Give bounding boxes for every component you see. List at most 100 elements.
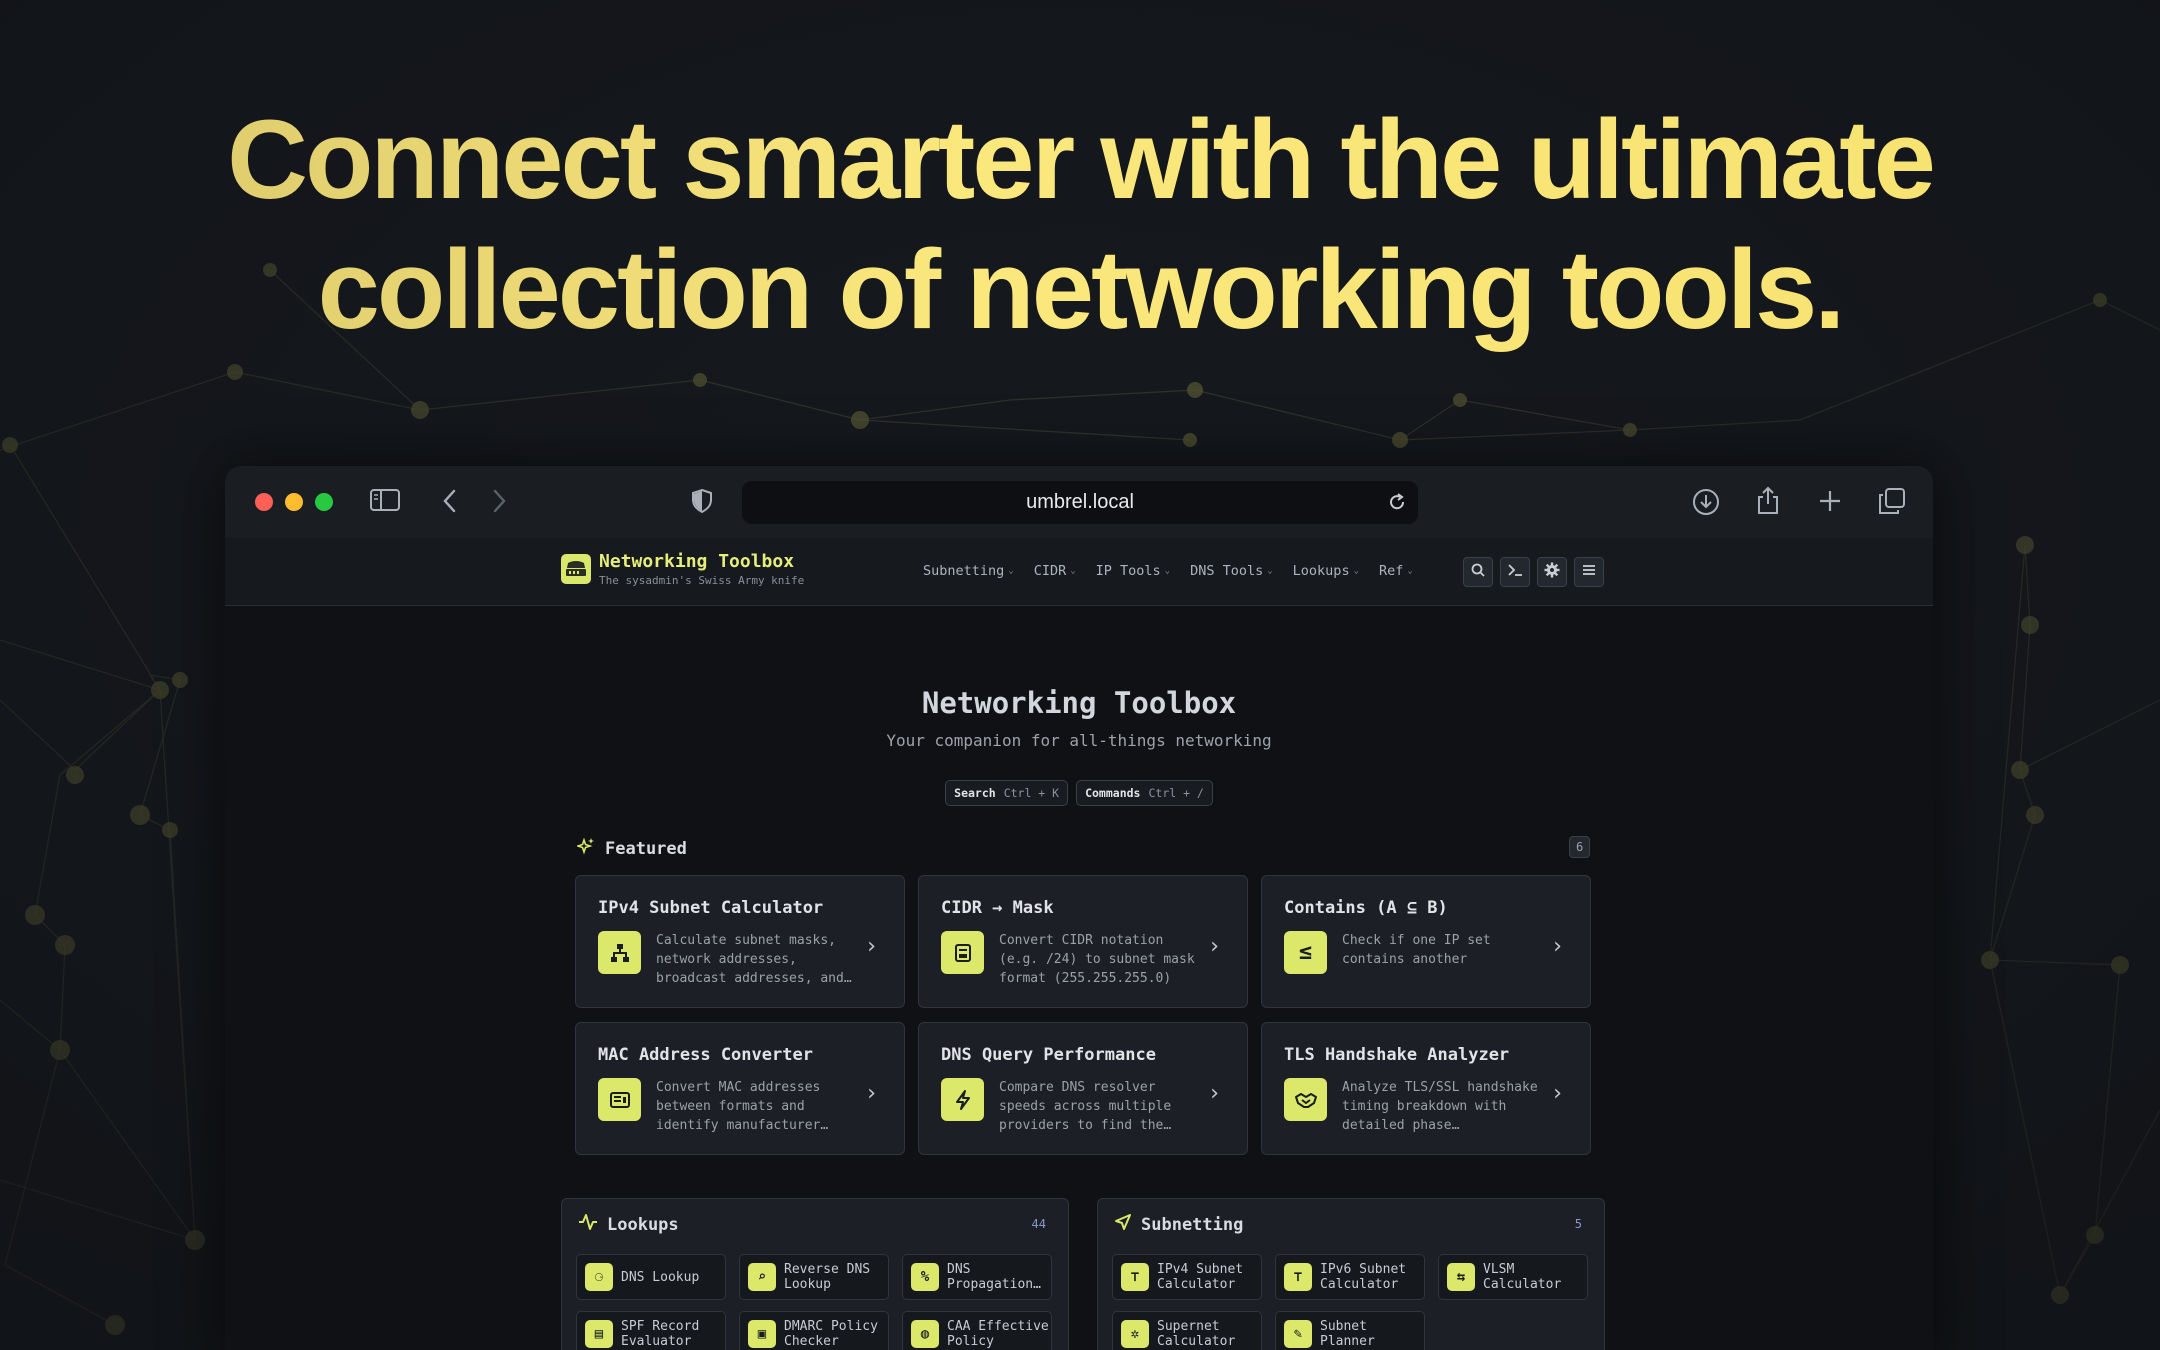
marketing-headline: Connect smarter with the ultimate collec…: [0, 95, 2160, 355]
sidebar-toggle-icon[interactable]: [370, 488, 400, 512]
sparkle-icon: [575, 837, 595, 860]
lookups-heading[interactable]: Lookups: [578, 1213, 679, 1236]
forward-icon[interactable]: [489, 488, 509, 514]
tool-link[interactable]: ⌕ Reverse DNS Lookup: [739, 1254, 889, 1300]
tool-label: CAA Effective Policy: [947, 1319, 1049, 1349]
tool-link[interactable]: ⇆ VLSM Calculator: [1438, 1254, 1588, 1300]
subnetting-panel: Subnetting 5 ⊤ IPv4 Subnet Calculator ⊤ IP…: [1097, 1198, 1605, 1350]
card-title: IPv4 Subnet Calculator: [598, 898, 824, 918]
zoom-window-button[interactable]: [315, 493, 333, 511]
featured-count: 6: [1569, 836, 1591, 858]
telescope-icon: ⌕: [748, 1263, 776, 1291]
back-icon[interactable]: [440, 488, 460, 514]
featured-card[interactable]: DNS Query Performance Compare DNS resolv…: [918, 1022, 1248, 1155]
brand-title: Networking Toolbox: [599, 551, 795, 572]
tab-overview-icon[interactable]: [1878, 487, 1906, 515]
card-description: Convert MAC addresses between formats an…: [656, 1080, 829, 1133]
arrows-icon: ⇆: [1447, 1263, 1475, 1291]
search-icon: [1471, 563, 1485, 581]
featured-card[interactable]: IPv4 Subnet Calculator Calculate subnet …: [575, 875, 905, 1008]
main-content: Networking Toolbox Your companion for al…: [225, 606, 1933, 1350]
nav-ref[interactable]: Ref ⌄: [1379, 563, 1413, 579]
tool-label: IPv4 Subnet Calculator: [1157, 1262, 1244, 1292]
chevron-right-icon: ›: [1207, 1081, 1221, 1106]
tool-link[interactable]: ▤ SPF Record Evaluator: [576, 1311, 726, 1350]
nav-cidr[interactable]: CIDR ⌄: [1034, 563, 1076, 579]
menu-button[interactable]: [1574, 557, 1604, 587]
privacy-shield-icon[interactable]: [691, 488, 713, 514]
card-title: CIDR → Mask: [941, 898, 1054, 918]
download-icon[interactable]: [1692, 488, 1720, 516]
subnetting-heading[interactable]: Subnetting: [1114, 1213, 1243, 1236]
card-title: TLS Handshake Analyzer: [1284, 1045, 1510, 1065]
featured-heading: Featured: [575, 837, 687, 860]
card-title: Contains (A ⊆ B): [1284, 898, 1448, 918]
minimize-window-button[interactable]: [285, 493, 303, 511]
tool-link[interactable]: ▣ DMARC Policy Checker: [739, 1311, 889, 1350]
chevron-right-icon: ›: [1550, 1081, 1564, 1106]
search-button[interactable]: [1463, 557, 1493, 587]
percent-icon: %: [911, 1263, 939, 1291]
tool-label: VLSM Calculator: [1483, 1262, 1562, 1292]
nav-ip-tools[interactable]: IP Tools ⌄: [1096, 563, 1170, 579]
nav-lookups[interactable]: Lookups ⌄: [1293, 563, 1359, 579]
mask-icon: [941, 931, 984, 974]
search-shortcut[interactable]: Search Ctrl + K: [945, 780, 1069, 806]
shortcut-hints: Search Ctrl + K Commands Ctrl + /: [225, 780, 1933, 806]
tool-link[interactable]: ◍ CAA Effective Policy: [902, 1311, 1052, 1350]
pencil-icon: ✎: [1284, 1320, 1312, 1348]
tool-link[interactable]: ✎ Subnet Planner: [1275, 1311, 1425, 1350]
tool-label: Supernet Calculator: [1157, 1319, 1236, 1349]
browser-window: umbrel.local Networking Toolbox The sysa…: [225, 466, 1933, 1350]
card-description: Compare DNS resolver speeds across multi…: [999, 1080, 1172, 1133]
chevron-down-icon: ⌄: [1164, 566, 1171, 576]
chevron-down-icon: ⌄: [1407, 566, 1413, 576]
brand-subtitle: The sysadmin's Swiss Army knife: [599, 574, 805, 587]
reload-icon[interactable]: [1386, 491, 1408, 519]
headline-line-1: Connect smarter with the ultimate: [227, 97, 1933, 222]
card-description: Convert CIDR notation (e.g. /24) to subn…: [999, 933, 1195, 986]
commands-shortcut[interactable]: Commands Ctrl + /: [1076, 780, 1213, 806]
featured-card[interactable]: TLS Handshake Analyzer Analyze TLS/SSL h…: [1261, 1022, 1591, 1155]
tool-label: DMARC Policy Checker: [784, 1319, 878, 1349]
chevron-down-icon: ⌄: [1267, 566, 1273, 576]
nav-dns-tools[interactable]: DNS Tools ⌄: [1190, 563, 1273, 579]
policy-icon: ▣: [748, 1320, 776, 1348]
new-tab-icon[interactable]: [1817, 488, 1843, 514]
tool-link[interactable]: ⚆ DNS Lookup: [576, 1254, 726, 1300]
record-icon: ▤: [585, 1320, 613, 1348]
card-description: Calculate subnet masks, network addresse…: [656, 933, 852, 986]
terminal-button[interactable]: [1500, 557, 1530, 587]
share-icon[interactable]: [1755, 486, 1781, 516]
card-description: Analyze TLS/SSL handshake timing breakdo…: [1342, 1080, 1538, 1133]
headline-line-2: collection of networking tools.: [317, 227, 1843, 352]
featured-title: Featured: [605, 838, 687, 859]
tool-link[interactable]: % DNS Propagation…: [902, 1254, 1052, 1300]
tool-link[interactable]: ⊤ IPv4 Subnet Calculator: [1112, 1254, 1262, 1300]
tool-label: Reverse DNS Lookup: [784, 1262, 871, 1292]
navigation-icon: [1114, 1213, 1132, 1236]
hero-subtitle: Your companion for all-things networking: [886, 731, 1272, 750]
tool-link[interactable]: ✲ Supernet Calculator: [1112, 1311, 1262, 1350]
featured-card[interactable]: MAC Address Converter Convert MAC addres…: [575, 1022, 905, 1155]
nav-subnetting[interactable]: Subnetting ⌄: [923, 563, 1014, 579]
router-logo-icon: [561, 554, 591, 584]
subset-icon: ≤: [1284, 931, 1327, 974]
chevron-right-icon: ›: [1550, 934, 1564, 959]
network-tree-icon: ⊤: [1121, 1263, 1149, 1291]
settings-button[interactable]: [1537, 557, 1567, 587]
binoculars-icon: ⚆: [585, 1263, 613, 1291]
tool-label: DNS Propagation…: [947, 1262, 1041, 1292]
mac-card-icon: [598, 1078, 641, 1121]
network-tree-icon: ⊤: [1284, 1263, 1312, 1291]
card-title: MAC Address Converter: [598, 1045, 813, 1065]
featured-card[interactable]: Contains (A ⊆ B) ≤ Check if one IP set c…: [1261, 875, 1591, 1008]
handshake-icon: [1284, 1078, 1327, 1121]
close-window-button[interactable]: [255, 493, 273, 511]
card-description: Check if one IP set contains another: [1342, 933, 1491, 967]
tool-link[interactable]: ⊤ IPv6 Subnet Calculator: [1275, 1254, 1425, 1300]
nav-buttons: [1463, 557, 1604, 587]
address-bar[interactable]: umbrel.local: [742, 481, 1418, 524]
brand[interactable]: Networking Toolbox The sysadmin's Swiss …: [561, 551, 804, 587]
featured-card[interactable]: CIDR → Mask Convert CIDR notation (e.g. …: [918, 875, 1248, 1008]
